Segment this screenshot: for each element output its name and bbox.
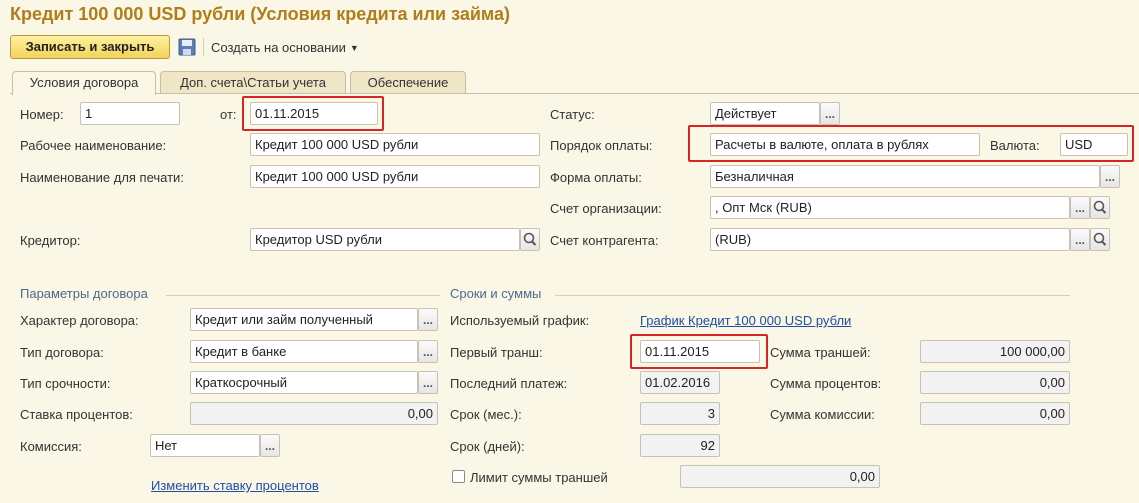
interest-rate-input[interactable]: 0,00	[190, 402, 438, 425]
print-name-input[interactable]: Кредит 100 000 USD рубли	[250, 165, 540, 188]
create-based-on-menu[interactable]: Создать на основании ▼	[211, 40, 359, 55]
tab-divider	[10, 93, 1139, 94]
status-input[interactable]: Действует	[710, 102, 820, 125]
create-based-on-label: Создать на основании	[211, 40, 346, 55]
term-days-label: Срок (дней):	[450, 439, 525, 454]
term-days-input[interactable]: 92	[640, 434, 720, 457]
counterparty-account-label: Счет контрагента:	[550, 233, 659, 248]
last-payment-input[interactable]: 01.02.2016	[640, 371, 720, 394]
number-label: Номер:	[20, 107, 64, 122]
commission-label: Комиссия:	[20, 439, 82, 454]
commission-input[interactable]: Нет	[150, 434, 260, 457]
creditor-search-button[interactable]	[520, 228, 540, 251]
print-name-label: Наименование для печати:	[20, 170, 184, 185]
highlight-box-payment	[688, 125, 1134, 162]
interest-sum-label: Сумма процентов:	[770, 376, 882, 391]
first-tranche-label: Первый транш:	[450, 345, 543, 360]
term-type-select-button[interactable]: ...	[418, 371, 438, 394]
tab-collateral[interactable]: Обеспечение	[350, 71, 466, 94]
counterparty-account-input[interactable]: (RUB)	[710, 228, 1070, 251]
term-type-label: Тип срочности:	[20, 376, 111, 391]
payment-form-input[interactable]: Безналичная	[710, 165, 1100, 188]
org-account-label: Счет организации:	[550, 201, 662, 216]
contract-nature-input[interactable]: Кредит или займ полученный	[190, 308, 418, 331]
contract-nature-label: Характер договора:	[20, 313, 139, 328]
payment-order-label: Порядок оплаты:	[550, 138, 653, 153]
tranche-limit-input[interactable]: 0,00	[680, 465, 880, 488]
work-name-label: Рабочее наименование:	[20, 138, 167, 153]
terms-title: Сроки и суммы	[450, 286, 542, 301]
term-months-input[interactable]: 3	[640, 402, 720, 425]
tab-contract-terms[interactable]: Условия договора	[12, 71, 156, 95]
interest-rate-label: Ставка процентов:	[20, 407, 133, 422]
search-icon	[523, 232, 537, 246]
tranche-limit-label: Лимит суммы траншей	[470, 470, 608, 485]
search-icon	[1093, 232, 1107, 246]
interest-sum-input[interactable]: 0,00	[920, 371, 1070, 394]
contract-nature-select-button[interactable]: ...	[418, 308, 438, 331]
term-type-input[interactable]: Краткосрочный	[190, 371, 418, 394]
work-name-input[interactable]: Кредит 100 000 USD рубли	[250, 133, 540, 156]
creditor-input[interactable]: Кредитор USD рубли	[250, 228, 520, 251]
status-label: Статус:	[550, 107, 595, 122]
chevron-down-icon: ▼	[349, 43, 359, 53]
change-rate-link[interactable]: Изменить ставку процентов	[151, 478, 319, 493]
tranche-sum-label: Сумма траншей:	[770, 345, 871, 360]
tab-extra-accounts[interactable]: Доп. счета\Статьи учета	[160, 71, 346, 94]
contract-params-title: Параметры договора	[20, 286, 148, 301]
floppy-disk-icon[interactable]	[177, 37, 197, 57]
term-months-label: Срок (мес.):	[450, 407, 522, 422]
status-select-button[interactable]: ...	[820, 102, 840, 125]
counterparty-account-select-button[interactable]: ...	[1070, 228, 1090, 251]
payment-form-select-button[interactable]: ...	[1100, 165, 1120, 188]
creditor-label: Кредитор:	[20, 233, 81, 248]
highlight-box-date	[242, 96, 384, 131]
commission-sum-label: Сумма комиссии:	[770, 407, 875, 422]
schedule-label: Используемый график:	[450, 313, 590, 328]
terms-divider	[555, 295, 1070, 296]
org-account-select-button[interactable]: ...	[1070, 196, 1090, 219]
search-icon	[1093, 200, 1107, 214]
last-payment-label: Последний платеж:	[450, 376, 568, 391]
highlight-box-first-tranche	[630, 334, 768, 369]
from-date-label: от:	[220, 107, 237, 122]
contract-type-label: Тип договора:	[20, 345, 104, 360]
number-input[interactable]: 1	[80, 102, 180, 125]
schedule-link[interactable]: График Кредит 100 000 USD рубли	[640, 313, 851, 328]
tranche-limit-checkbox[interactable]	[452, 470, 465, 483]
org-account-input[interactable]: , Опт Мск (RUB)	[710, 196, 1070, 219]
save-and-close-button[interactable]: Записать и закрыть	[10, 35, 170, 59]
org-account-search-button[interactable]	[1090, 196, 1110, 219]
window-title: Кредит 100 000 USD рубли (Условия кредит…	[10, 4, 510, 24]
contract-params-divider	[166, 295, 440, 296]
payment-form-label: Форма оплаты:	[550, 170, 642, 185]
contract-type-select-button[interactable]: ...	[418, 340, 438, 363]
toolbar-separator	[203, 38, 204, 56]
tranche-sum-input[interactable]: 100 000,00	[920, 340, 1070, 363]
commission-sum-input[interactable]: 0,00	[920, 402, 1070, 425]
commission-select-button[interactable]: ...	[260, 434, 280, 457]
counterparty-account-search-button[interactable]	[1090, 228, 1110, 251]
contract-type-input[interactable]: Кредит в банке	[190, 340, 418, 363]
